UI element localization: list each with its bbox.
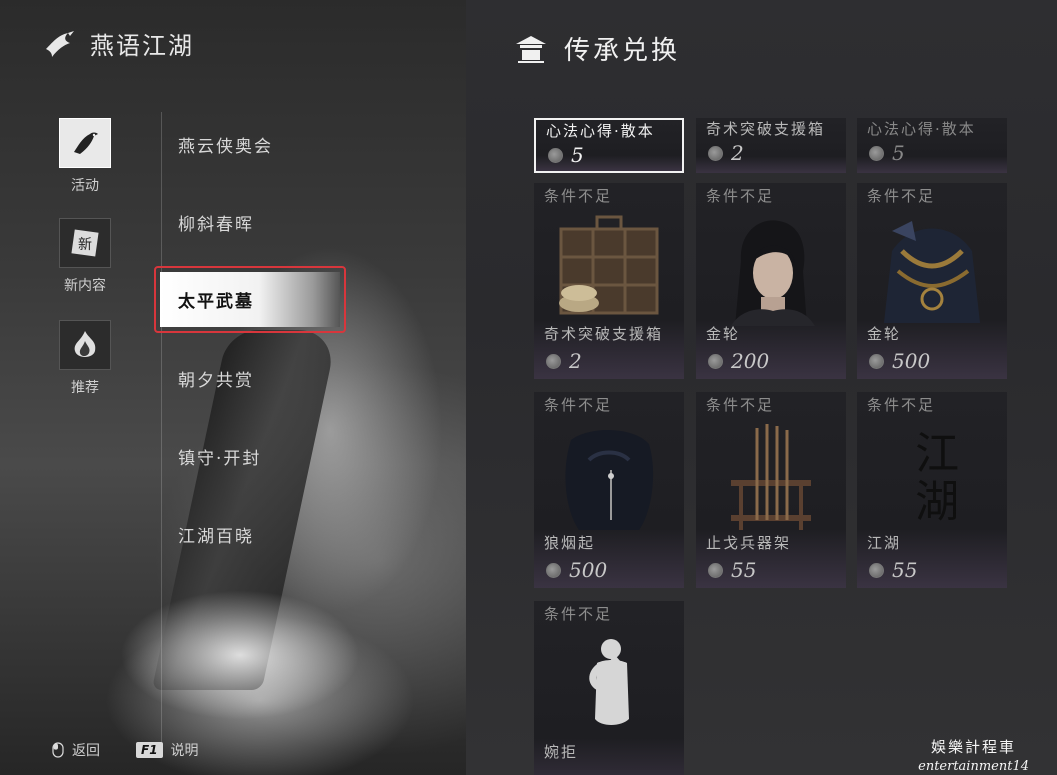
item-price: 2 bbox=[546, 349, 582, 373]
hair-icon bbox=[565, 429, 654, 530]
item-name: 江湖 bbox=[867, 534, 902, 552]
watermark-en: entertainment14 bbox=[918, 759, 1029, 774]
side-tab-new-content[interactable]: 新 新内容 bbox=[58, 218, 112, 295]
watermark-cn: 娛樂計程車 bbox=[931, 738, 1017, 756]
item-card-xinfa-selected[interactable]: 心法心得·散本 5 bbox=[534, 118, 684, 173]
flame-icon bbox=[59, 320, 111, 370]
back-button[interactable]: 返回 bbox=[72, 740, 100, 760]
bird-icon bbox=[59, 118, 111, 168]
calligraphy-icon: 江湖 bbox=[872, 420, 992, 535]
item-card-jianghu[interactable]: 条件不足 江湖 江湖 55 bbox=[857, 392, 1007, 588]
chest-icon bbox=[559, 215, 659, 315]
coin-icon bbox=[708, 353, 723, 369]
status-insufficient: 条件不足 bbox=[706, 396, 775, 414]
coin-icon bbox=[869, 353, 884, 369]
item-card-langyanqi[interactable]: 条件不足 狼烟起 500 bbox=[534, 392, 684, 588]
exchange-title: 传承兑换 bbox=[564, 36, 681, 66]
item-card-xinfa[interactable]: 心法心得·散本 5 bbox=[857, 118, 1007, 173]
exchange-panel: 传承兑换 心法心得·散本 5 奇术突破支援箱 2 心法心得·散本 5 条件不足 bbox=[466, 0, 1057, 775]
left-nav-panel: 燕语江湖 活动 新 新内容 推荐 燕云侠奥会 柳斜春晖 太平武墓 朝夕共赏 镇守… bbox=[0, 0, 466, 775]
character-portrait bbox=[731, 220, 815, 326]
menu-item-label: 太平武墓 bbox=[178, 292, 254, 312]
status-insufficient: 条件不足 bbox=[544, 396, 613, 414]
item-name: 婉拒 bbox=[544, 743, 579, 761]
item-card-weapon-rack[interactable]: 条件不足 止戈兵器架 55 bbox=[696, 392, 846, 588]
pavilion-icon bbox=[516, 35, 546, 63]
status-insufficient: 条件不足 bbox=[867, 187, 936, 205]
background-mist bbox=[120, 590, 360, 720]
item-card-qishu-box[interactable]: 奇术突破支援箱 2 bbox=[696, 118, 846, 173]
menu-item-taiping-tomb-selected[interactable]: 太平武墓 bbox=[154, 266, 346, 333]
item-card-qishu-box-2[interactable]: 条件不足 奇术突破支援箱 2 bbox=[534, 183, 684, 379]
f1-key-badge[interactable]: F1 bbox=[136, 742, 163, 758]
item-name: 狼烟起 bbox=[544, 534, 596, 552]
status-insufficient: 条件不足 bbox=[544, 605, 613, 623]
coin-icon bbox=[546, 353, 561, 369]
status-insufficient: 条件不足 bbox=[867, 396, 936, 414]
mouse-icon bbox=[52, 742, 64, 758]
exchange-header: 传承兑换 bbox=[514, 30, 680, 67]
side-tab-label: 推荐 bbox=[71, 380, 99, 396]
menu-item-willow-spring[interactable]: 柳斜春晖 bbox=[178, 210, 254, 235]
pose-icon bbox=[589, 639, 629, 725]
menu-divider-line bbox=[161, 112, 162, 752]
item-price: 2 bbox=[708, 141, 744, 165]
menu-item-guard-kaifeng[interactable]: 镇守·开封 bbox=[178, 444, 261, 469]
item-card-jinlun-portrait[interactable]: 条件不足 金轮 200 bbox=[696, 183, 846, 379]
calligraphy-char: 江湖 bbox=[907, 429, 959, 526]
coin-icon bbox=[869, 145, 884, 161]
item-price: 55 bbox=[708, 558, 756, 582]
item-price: 500 bbox=[546, 558, 607, 582]
menu-item-jianghu-encyclopedia[interactable]: 江湖百晓 bbox=[178, 522, 254, 547]
side-tab-label: 活动 bbox=[71, 178, 99, 194]
swallow-icon bbox=[46, 30, 74, 57]
coin-icon bbox=[708, 562, 723, 578]
weapon-rack-icon bbox=[731, 424, 811, 530]
help-label[interactable]: 说明 bbox=[171, 740, 199, 760]
item-price: 5 bbox=[869, 141, 905, 165]
side-tab-recommend[interactable]: 推荐 bbox=[58, 320, 112, 397]
new-seal-icon: 新 bbox=[59, 218, 111, 268]
coin-icon bbox=[708, 145, 723, 161]
item-name: 奇术突破支援箱 bbox=[706, 120, 826, 138]
item-card-jinlun-armor[interactable]: 条件不足 金轮 500 bbox=[857, 183, 1007, 379]
item-price: 200 bbox=[708, 349, 769, 373]
item-name: 金轮 bbox=[706, 325, 741, 343]
item-name: 心法心得·散本 bbox=[546, 122, 655, 140]
svg-text:新: 新 bbox=[78, 237, 92, 253]
coin-icon bbox=[548, 147, 563, 163]
coin-icon bbox=[869, 562, 884, 578]
side-tab-label: 新内容 bbox=[64, 278, 106, 294]
item-name: 止戈兵器架 bbox=[706, 534, 792, 552]
coin-icon bbox=[546, 562, 561, 578]
item-name: 奇术突破支援箱 bbox=[544, 325, 664, 343]
item-price: 5 bbox=[548, 143, 584, 167]
armor-icon bbox=[884, 221, 980, 323]
side-tab-activity[interactable]: 活动 bbox=[58, 118, 112, 195]
status-insufficient: 条件不足 bbox=[544, 187, 613, 205]
menu-item-dawn-dusk[interactable]: 朝夕共赏 bbox=[178, 366, 254, 391]
brand-header: 燕语江湖 bbox=[42, 26, 194, 61]
item-name: 心法心得·散本 bbox=[867, 120, 976, 138]
status-insufficient: 条件不足 bbox=[706, 187, 775, 205]
item-price: 500 bbox=[869, 349, 930, 373]
item-name: 金轮 bbox=[867, 325, 902, 343]
footer-hints: 返回 F1 说明 bbox=[52, 740, 199, 760]
item-card-wanju[interactable]: 条件不足 婉拒 bbox=[534, 601, 684, 775]
menu-item-highlight: 太平武墓 bbox=[160, 272, 340, 327]
menu-item-yanyun-games[interactable]: 燕云侠奥会 bbox=[178, 132, 273, 157]
watermark: 娛樂計程車 entertainment14 bbox=[918, 736, 1029, 774]
item-price: 55 bbox=[869, 558, 917, 582]
brand-title: 燕语江湖 bbox=[90, 32, 194, 60]
